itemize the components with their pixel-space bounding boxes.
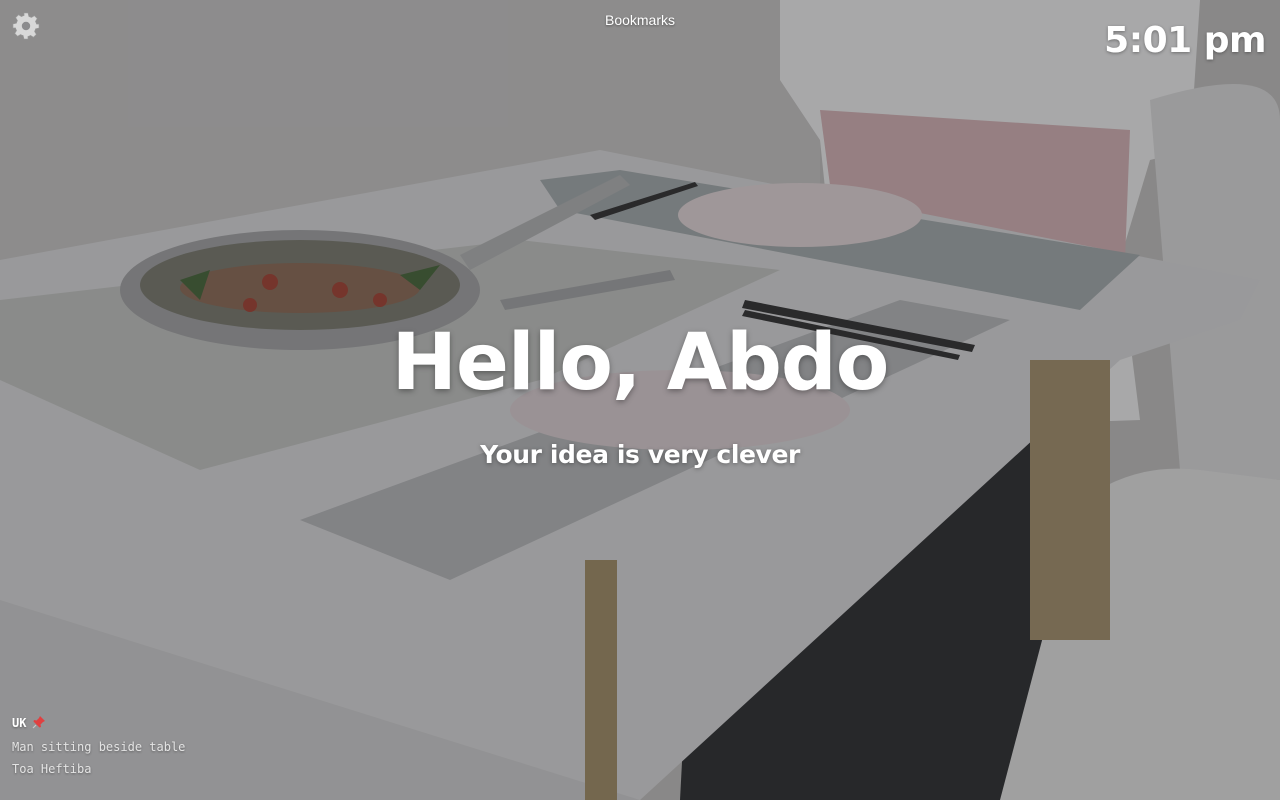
greeting-heading: Hello, Abdo: [391, 318, 890, 408]
bookmarks-link[interactable]: Bookmarks: [590, 12, 690, 28]
photo-info: UK Man sitting beside table Toa Heftiba: [12, 712, 185, 780]
photo-location: UK: [12, 712, 185, 736]
location-label: UK: [12, 716, 27, 730]
gear-icon: [12, 12, 40, 40]
pin-icon[interactable]: [32, 714, 46, 736]
message-subtitle: Your idea is very clever: [480, 440, 800, 469]
photo-author[interactable]: Toa Heftiba: [12, 758, 185, 780]
clock: 5:01 pm: [1104, 20, 1266, 61]
settings-button[interactable]: [12, 12, 40, 40]
photo-description[interactable]: Man sitting beside table: [12, 736, 185, 758]
